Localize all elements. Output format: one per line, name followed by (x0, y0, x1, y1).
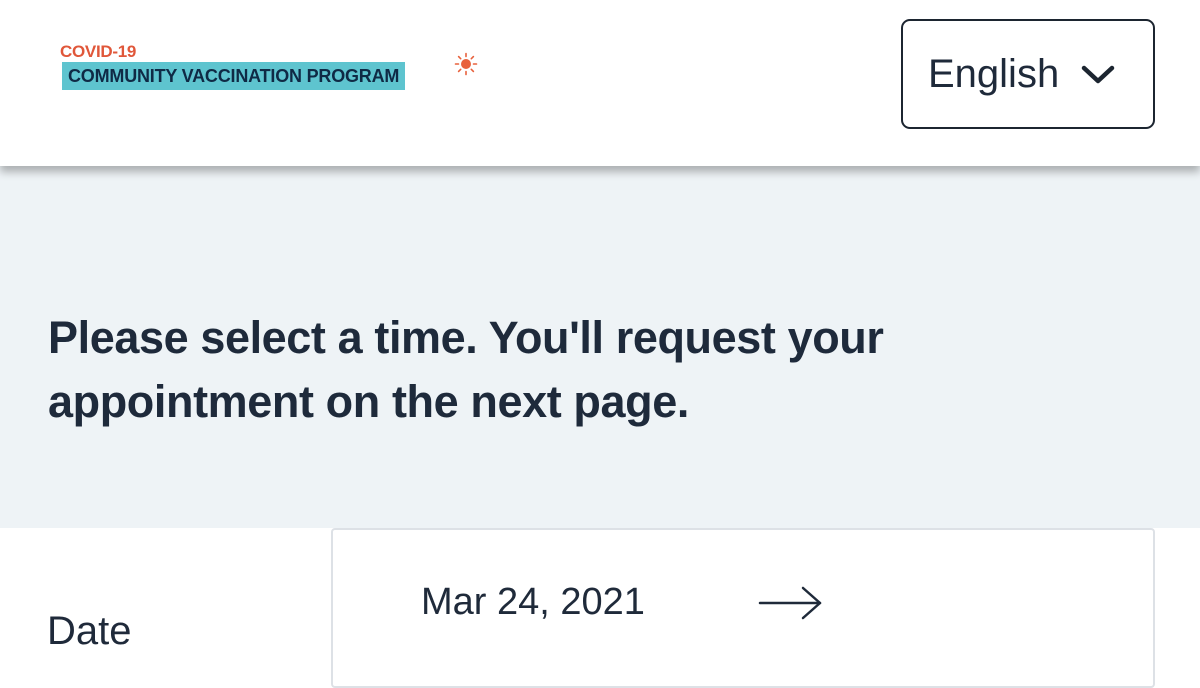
chevron-down-icon (1081, 65, 1115, 84)
logo-program-band: COMMUNITY VACCINATION PROGRAM (62, 62, 406, 90)
sun-burst-icon (454, 52, 478, 76)
program-logo[interactable]: COVID-19 COMMUNITY VACCINATION PROGRAM (58, 40, 498, 96)
arrow-right-icon[interactable] (757, 584, 825, 622)
logo-covid-text: COVID-19 (60, 42, 137, 61)
appointment-form: Date Mar 24, 2021 (0, 528, 1200, 688)
language-select-value: English (928, 52, 1060, 96)
instruction-banner: Please select a time. You'll request you… (0, 166, 1200, 528)
date-picker[interactable]: Mar 24, 2021 (331, 528, 1155, 688)
language-select[interactable]: English (901, 19, 1155, 129)
date-label: Date (47, 609, 132, 653)
page-title: Please select a time. You'll request you… (48, 312, 884, 427)
selected-date: Mar 24, 2021 (421, 581, 645, 623)
site-header: COVID-19 COMMUNITY VACCINATION PROGRAM E… (0, 0, 1200, 166)
